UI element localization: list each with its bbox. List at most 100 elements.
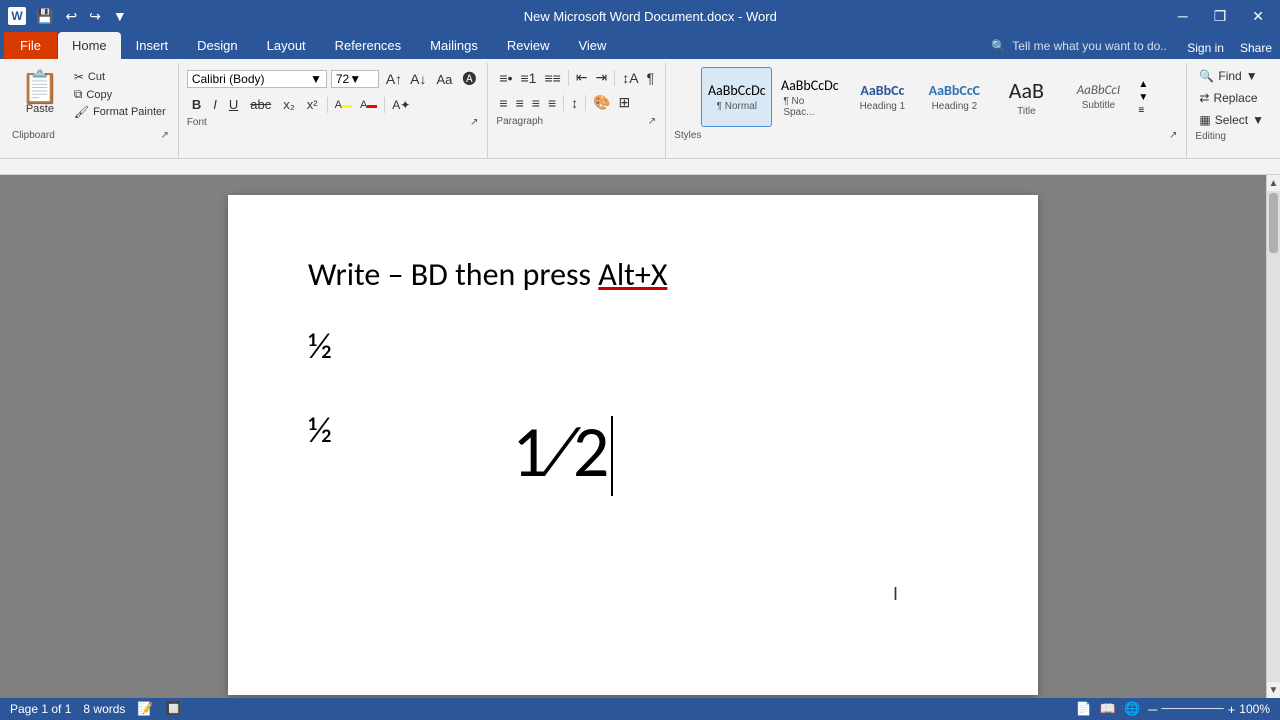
document-page[interactable]: Write – BD then press Alt+X ½ ½ 1⁄2 I — [228, 195, 1038, 695]
clipboard-group: 📋 Paste ✂ Cut ⧉ Copy 🖌 Format Painter — [4, 63, 179, 158]
numbering-button[interactable]: ≡1 — [518, 68, 540, 88]
styles-scroll-up[interactable]: ▲ — [1135, 78, 1151, 91]
format-painter-button[interactable]: 🖌 Format Painter — [70, 104, 170, 120]
subscript-button[interactable]: x₂ — [278, 95, 300, 114]
tab-mailings[interactable]: Mailings — [416, 32, 492, 59]
scroll-down-button[interactable]: ▼ — [1267, 682, 1280, 698]
style-heading2[interactable]: AaBbCcC Heading 2 — [919, 67, 989, 127]
text-highlight-button[interactable]: A — [332, 97, 355, 113]
save-button[interactable]: 💾 — [32, 6, 57, 27]
style-heading1[interactable]: AaBbCc Heading 1 — [847, 67, 917, 127]
spelling-check-icon[interactable]: 📝 — [137, 701, 153, 717]
vertical-scrollbar[interactable]: ▲ ▼ — [1266, 175, 1280, 698]
redo-button[interactable]: ↪ — [85, 6, 105, 27]
tab-layout[interactable]: Layout — [253, 32, 320, 59]
cut-label: Cut — [88, 71, 105, 83]
increase-font-button[interactable]: A↑ — [383, 69, 405, 89]
copy-icon: ⧉ — [74, 87, 83, 102]
change-case-button[interactable]: Aa — [434, 70, 456, 89]
zoom-controls[interactable]: ─ ──────── + 100% — [1148, 702, 1270, 717]
styles-expand-icon[interactable]: ↗ — [1168, 129, 1178, 142]
font-size-selector[interactable]: 72 ▼ — [331, 70, 379, 88]
align-left-button[interactable]: ≡ — [496, 93, 510, 113]
view-print-icon[interactable]: 📄 — [1076, 701, 1092, 717]
cut-icon: ✂ — [74, 70, 84, 84]
increase-indent-button[interactable]: ⇥ — [593, 67, 611, 88]
underline-button[interactable]: U — [224, 95, 243, 114]
paragraph-expand-icon[interactable]: ↗ — [647, 115, 657, 128]
bold-button[interactable]: B — [187, 95, 206, 114]
format-painter-label: Format Painter — [93, 106, 166, 118]
font-color-button[interactable]: A — [357, 97, 380, 113]
share-button[interactable]: Share — [1240, 41, 1272, 55]
style-title[interactable]: AaB Title — [991, 67, 1061, 127]
copy-button[interactable]: ⧉ Copy — [70, 86, 170, 103]
find-button[interactable]: 🔍 Find ▼ — [1195, 67, 1268, 85]
ribbon-actions: Sign in Share — [1179, 37, 1280, 59]
scroll-thumb[interactable] — [1269, 193, 1278, 253]
search-icon: 🔍 — [991, 39, 1006, 53]
scroll-area[interactable]: Write – BD then press Alt+X ½ ½ 1⁄2 I — [0, 175, 1266, 698]
align-center-button[interactable]: ≡ — [513, 93, 527, 113]
zoom-slider-bar[interactable]: ──────── — [1161, 703, 1223, 715]
scroll-up-button[interactable]: ▲ — [1267, 175, 1280, 191]
track-changes-icon[interactable]: 🔲 — [166, 701, 182, 717]
style-subtitle-preview: AaBbCcI — [1077, 83, 1120, 98]
sort-button[interactable]: ↕A — [619, 68, 641, 88]
undo-button[interactable]: ↩ — [61, 6, 81, 27]
multilevel-list-button[interactable]: ≡≡ — [541, 68, 563, 88]
style-normal[interactable]: AaBbCcDc ¶ Normal — [701, 67, 772, 127]
tab-design[interactable]: Design — [183, 32, 251, 59]
sign-in-button[interactable]: Sign in — [1187, 41, 1224, 55]
shading-button[interactable]: 🎨 — [590, 92, 613, 113]
styles-more[interactable]: ≡ — [1135, 104, 1151, 117]
cut-button[interactable]: ✂ Cut — [70, 69, 170, 85]
show-formatting-button[interactable]: ¶ — [644, 68, 658, 88]
zoom-out-button[interactable]: ─ — [1148, 702, 1157, 717]
line-spacing-button[interactable]: ↕ — [568, 93, 581, 113]
bullets-button[interactable]: ≡• — [496, 68, 515, 88]
tab-insert[interactable]: Insert — [122, 32, 183, 59]
superscript-button[interactable]: x² — [302, 95, 323, 114]
view-read-icon[interactable]: 📖 — [1100, 701, 1116, 717]
customize-button[interactable]: ▼ — [109, 6, 131, 27]
font-footer: Font ↗ — [187, 114, 480, 129]
close-button[interactable]: ✕ — [1244, 6, 1272, 27]
decrease-indent-button[interactable]: ⇤ — [573, 67, 591, 88]
decrease-font-button[interactable]: A↓ — [407, 69, 429, 89]
style-subtitle[interactable]: AaBbCcI Subtitle — [1063, 67, 1133, 127]
tab-home[interactable]: Home — [58, 32, 121, 59]
replace-button[interactable]: ⇄ Replace — [1195, 89, 1268, 107]
tab-review[interactable]: Review — [493, 32, 564, 59]
paste-button[interactable]: 📋 Paste — [12, 67, 68, 119]
italic-button[interactable]: I — [208, 95, 222, 114]
font-expand-icon[interactable]: ↗ — [469, 116, 479, 129]
styles-scroll-down[interactable]: ▼ — [1135, 91, 1151, 104]
restore-button[interactable]: ❐ — [1206, 6, 1235, 27]
tab-references[interactable]: References — [321, 32, 415, 59]
borders-button[interactable]: ⊞ — [616, 92, 634, 113]
styles-scroll: ▲ ▼ ≡ — [1135, 78, 1151, 117]
font-label: Font — [187, 117, 207, 128]
select-dropdown-icon: ▼ — [1252, 113, 1264, 127]
select-button[interactable]: ▦ Select ▼ — [1195, 111, 1268, 129]
text-effects-button[interactable]: A✦ — [389, 96, 413, 114]
strikethrough-button[interactable]: abc — [245, 95, 276, 114]
tab-view[interactable]: View — [564, 32, 620, 59]
align-right-button[interactable]: ≡ — [529, 93, 543, 113]
minimize-button[interactable]: ─ — [1170, 6, 1196, 26]
ribbon-search[interactable]: 🔍 — [979, 35, 1179, 57]
view-web-icon[interactable]: 🌐 — [1124, 701, 1140, 717]
clear-formatting-button[interactable]: 🅐 — [459, 67, 479, 91]
underlined-text: Alt+X — [598, 255, 667, 294]
style-heading2-preview: AaBbCcC — [929, 82, 980, 99]
search-input[interactable] — [1012, 39, 1167, 53]
style-no-spacing[interactable]: AaBbCcDc ¶ No Spac... — [774, 67, 845, 127]
style-no-spacing-label: ¶ No Spac... — [783, 96, 836, 118]
font-family-selector[interactable]: Calibri (Body) ▼ — [187, 70, 327, 88]
tab-file[interactable]: File — [4, 32, 57, 59]
zoom-in-button[interactable]: + — [1228, 702, 1236, 717]
justify-button[interactable]: ≡ — [545, 93, 559, 113]
clipboard-label: Clipboard — [12, 130, 55, 141]
clipboard-expand-icon[interactable]: ↗ — [159, 129, 169, 142]
